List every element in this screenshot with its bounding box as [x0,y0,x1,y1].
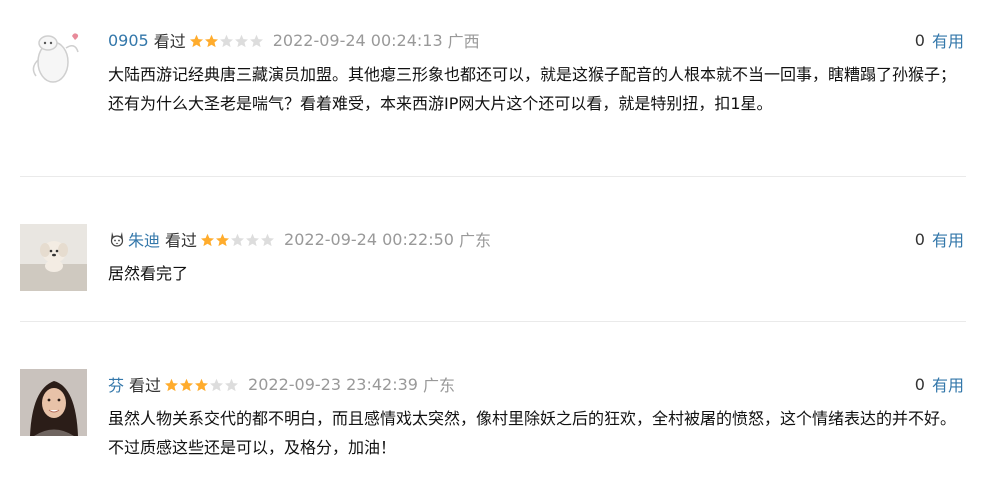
rating-stars [164,377,239,392]
username-link[interactable]: 0905 [108,31,149,50]
comment-location: 广西 [447,32,480,51]
comment-time[interactable]: 2022-09-24 00:22:50 [284,230,454,249]
rating-stars [200,232,275,247]
star-icon [209,377,224,392]
star-icon [224,377,239,392]
comment-header: 芬 看过 2022-09-23 23:42:39 广东 [108,372,455,396]
star-icon [260,232,275,247]
watch-status: 看过 [129,376,162,395]
comment-text: 虽然人物关系交代的都不明白，而且感情戏太突然，像村里除妖之后的狂欢，全村被屠的愤… [108,409,957,457]
divider [20,176,966,177]
comment-time[interactable]: 2022-09-24 00:24:13 [273,31,443,50]
useful-button[interactable]: 有用 [932,227,964,251]
avatar[interactable] [20,24,87,91]
star-icon [194,377,209,392]
username-link[interactable]: 芬 [108,372,124,396]
vote-area: 0 有用 [915,28,964,52]
star-icon [204,33,219,48]
watch-status: 看过 [153,32,186,51]
comment-header: 朱迪 看过 2022-09-24 00:22:50 广东 [108,227,491,251]
star-icon [219,33,234,48]
comment-time[interactable]: 2022-09-23 23:42:39 [248,375,418,394]
star-icon [215,232,230,247]
useful-button[interactable]: 有用 [932,372,964,396]
useful-button[interactable]: 有用 [932,28,964,52]
star-icon [179,377,194,392]
comment-location: 广东 [422,376,455,395]
star-icon [230,232,245,247]
vote-count: 0 [914,229,925,249]
star-icon [249,33,264,48]
comment-location: 广东 [458,231,491,250]
vote-count: 0 [914,30,925,50]
rabbit-badge-icon [108,230,126,248]
username-link[interactable]: 朱迪 [128,227,160,251]
star-icon [200,232,215,247]
comment-text: 大陆西游记经典唐三藏演员加盟。其他瘪三形象也都还可以，就是这猴子配音的人根本就不… [108,65,957,113]
rating-stars [189,33,264,48]
vote-area: 0 有用 [915,227,964,251]
avatar[interactable] [20,369,87,436]
star-icon [234,33,249,48]
star-icon [164,377,179,392]
star-icon [245,232,260,247]
watch-status: 看过 [165,231,198,250]
comment-text: 居然看完了 [108,264,189,283]
star-icon [189,33,204,48]
comment-header: 0905 看过 2022-09-24 00:24:13 广西 [108,28,480,52]
vote-count: 0 [914,374,925,394]
divider [20,321,966,322]
vote-area: 0 有用 [915,372,964,396]
avatar[interactable] [20,224,87,291]
